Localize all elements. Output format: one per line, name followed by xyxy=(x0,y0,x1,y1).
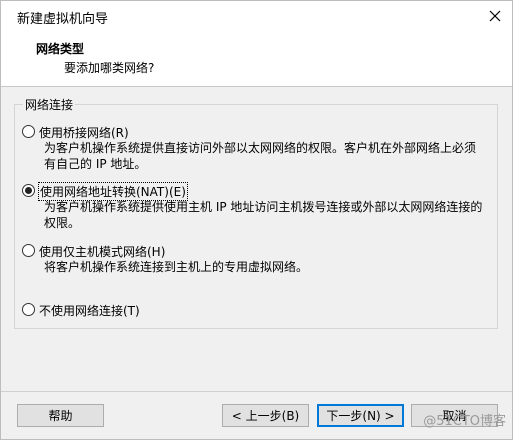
option-nat-label[interactable]: 使用网络地址转换(NAT)(E) xyxy=(38,182,188,201)
wizard-header: 网络类型 要添加哪类网络? xyxy=(1,31,512,87)
radio-no-network[interactable] xyxy=(22,303,35,316)
next-button[interactable]: 下一步(N) > xyxy=(317,404,404,427)
option-host-only-description: 将客户机操作系统连接到主机上的专用虚拟网络。 xyxy=(44,260,309,274)
group-legend: 网络连接 xyxy=(23,96,76,113)
back-button[interactable]: < 上一步(B) xyxy=(222,404,309,427)
option-no-network-label[interactable]: 不使用网络连接(T) xyxy=(39,302,140,319)
radio-host-only[interactable] xyxy=(22,244,35,257)
page-title: 网络类型 xyxy=(36,42,85,56)
title-bar: 新建虚拟机向导 xyxy=(1,1,512,31)
close-button[interactable] xyxy=(478,1,512,31)
radio-bridged[interactable] xyxy=(22,125,35,138)
watermark: @51CTO博客 xyxy=(423,414,506,429)
page-subtitle: 要添加哪类网络? xyxy=(64,61,155,75)
option-bridged-label[interactable]: 使用桥接网络(R) xyxy=(39,124,129,141)
window-title: 新建虚拟机向导 xyxy=(17,12,109,27)
option-host-only-label[interactable]: 使用仅主机模式网络(H) xyxy=(39,243,165,260)
radio-nat[interactable] xyxy=(22,184,35,197)
close-icon xyxy=(489,10,501,22)
wizard-window: 新建虚拟机向导 网络类型 要添加哪类网络? 网络连接 使用桥接网络(R) 为客户… xyxy=(0,0,513,440)
option-bridged-description: 为客户机操作系统提供直接访问外部以太网网络的权限。客户机在外部网络上必须有自己的… xyxy=(44,141,477,171)
help-button[interactable]: 帮助 xyxy=(17,404,104,427)
footer-separator xyxy=(1,391,512,392)
option-nat-description: 为客户机操作系统提供使用主机 IP 地址访问主机拨号连接或外部以太网网络连接的权… xyxy=(44,200,483,230)
